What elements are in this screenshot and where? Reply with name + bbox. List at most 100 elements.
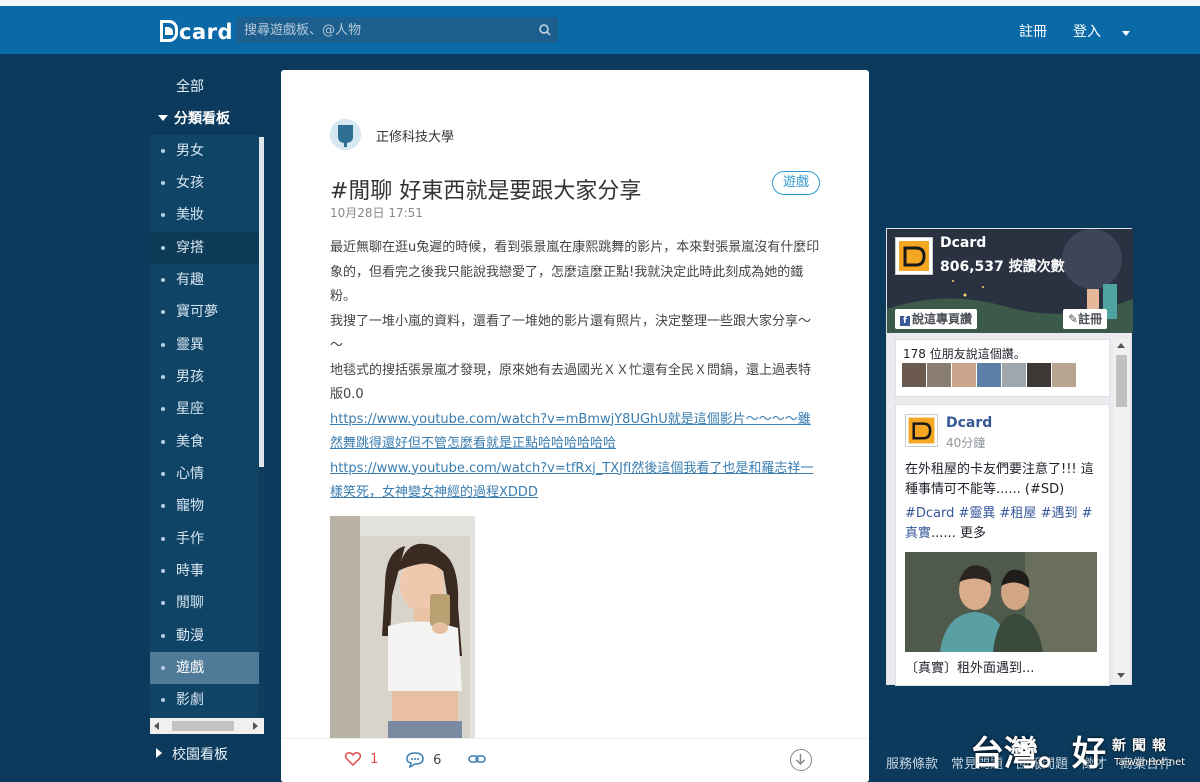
friend-avatar[interactable] [1002, 363, 1026, 387]
sidebar-item[interactable]: 女孩 [150, 167, 260, 199]
scrollbar-thumb[interactable] [172, 721, 234, 731]
friend-avatar[interactable] [1027, 363, 1051, 387]
sidebar-item[interactable]: 閒聊 [150, 587, 260, 619]
sidebar-item[interactable]: 寵物 [150, 490, 260, 522]
watermark-subtitle: 新聞報 [1112, 738, 1172, 754]
post-body: 最近無聊在逛u兔遲的時候，看到張景嵐在康熙跳舞的影片，本來對張景嵐沒有什麼印象的… [330, 236, 822, 506]
facebook-cover[interactable]: Dcard 806,537 按讚次數 f 說這專頁讚 ✎註冊 [887, 229, 1133, 333]
scroll-left-icon[interactable] [154, 722, 159, 730]
account-dropdown-icon[interactable] [1122, 31, 1130, 36]
post-paragraph: 地毯式的搜括張景嵐才發現，原來她有去過國光ＸＸ忙還有全民Ｘ問鍋，還上過表特版0.… [330, 362, 812, 403]
sidebar-item[interactable]: 影劇 [150, 684, 260, 716]
share-link-icon [468, 755, 486, 763]
pencil-icon: ✎ [1068, 312, 1079, 326]
scroll-down-icon[interactable] [1117, 673, 1125, 678]
fb-hashtag-tail[interactable]: 真實 [905, 526, 931, 541]
sidebar-item[interactable]: 靈異 [150, 329, 260, 361]
campus-boards-header[interactable]: 校園看板 [156, 744, 228, 764]
comment-icon [406, 752, 424, 769]
like-button[interactable]: 1 [344, 751, 378, 767]
post-paragraph: 我搜了一堆小嵐的資料，還看了一堆她的影片還有照片，決定整理一些跟大家分享～～ [330, 313, 812, 354]
search-icon[interactable] [536, 21, 554, 39]
sidebar-item[interactable]: 男女 [150, 135, 260, 167]
comment-button[interactable]: 6 [405, 751, 442, 769]
heart-icon [344, 752, 362, 767]
fb-signup-button[interactable]: ✎註冊 [1063, 309, 1108, 329]
friend-avatar[interactable] [977, 363, 1001, 387]
sidebar-item[interactable]: 寶可夢 [150, 296, 260, 328]
school-name[interactable]: 正修科技大學 [376, 126, 454, 145]
board-list: 男女 女孩 美妝 穿搭 有趣 寶可夢 靈異 男孩 星座 美食 心情 寵物 手作 … [150, 135, 264, 718]
scroll-up-icon[interactable] [1117, 343, 1125, 348]
fb-like-page-label: 說這專頁讚 [912, 312, 973, 326]
post-title: #閒聊 好東西就是要跟大家分享 [330, 179, 642, 204]
friend-avatar[interactable] [927, 363, 951, 387]
dcard-logo-icon [896, 238, 932, 274]
fb-post-author[interactable]: Dcard [946, 415, 992, 431]
sidebar-item[interactable]: 美食 [150, 426, 260, 458]
fb-page-name[interactable]: Dcard [940, 235, 986, 251]
category-boards-label: 分類看板 [174, 111, 230, 127]
fb-hashtags[interactable]: #Dcard #靈異 #租屋 #遇到 # [905, 506, 1093, 521]
sidebar-vertical-scrollbar[interactable] [259, 135, 264, 718]
sidebar-item[interactable]: 有趣 [150, 264, 260, 296]
category-boards-header[interactable]: 分類看板 [158, 108, 230, 128]
dcard-logo-icon [160, 20, 178, 42]
sidebar-item[interactable]: 男孩 [150, 361, 260, 393]
scrollbar-thumb[interactable] [1116, 355, 1127, 407]
school-avatar[interactable] [330, 119, 361, 150]
share-button[interactable] [467, 751, 487, 767]
post-photo[interactable] [330, 516, 475, 741]
top-navbar: card 註冊 登入 [0, 6, 1200, 54]
facebook-page-widget: Dcard 806,537 按讚次數 f 說這專頁讚 ✎註冊 178 位朋友說這個… [886, 228, 1133, 686]
scroll-down-button[interactable] [790, 749, 812, 771]
fb-like-page-button[interactable]: f 說這專頁讚 [895, 309, 978, 329]
comment-count: 6 [433, 753, 442, 768]
friend-avatar[interactable] [902, 363, 926, 387]
post-card: 正修科技大學 #閒聊 好東西就是要跟大家分享 遊戲 10月28日 17:51 最… [281, 70, 869, 782]
post-image [905, 552, 1097, 652]
login-link[interactable]: 登入 [1073, 21, 1101, 41]
fb-post-image[interactable] [905, 552, 1097, 652]
expand-right-icon [156, 748, 162, 758]
watermark-url: TaiwanHot.net [1114, 757, 1186, 768]
search-box [236, 17, 558, 43]
register-link[interactable]: 註冊 [1019, 21, 1047, 41]
youtube-link[interactable]: https://www.youtube.com/watch?v=tfRxj_TX… [330, 461, 813, 501]
like-count: 1 [370, 752, 379, 767]
sidebar-item[interactable]: 手作 [150, 523, 260, 555]
friend-avatar[interactable] [1052, 363, 1076, 387]
search-input[interactable] [236, 17, 526, 43]
sidebar-item-selected[interactable]: 遊戲 [150, 652, 260, 684]
board-tag[interactable]: 遊戲 [772, 171, 820, 195]
post-date: 10月28日 17:51 [330, 206, 423, 220]
sidebar-item[interactable]: 時事 [150, 555, 260, 587]
fb-friend-faces [902, 363, 1077, 391]
sidebar-horizontal-scrollbar[interactable] [150, 718, 264, 734]
fb-see-more[interactable]: ...... 更多 [931, 526, 986, 541]
friend-avatar[interactable] [952, 363, 976, 387]
dcard-page-logo[interactable] [895, 237, 933, 275]
sidebar-item[interactable]: 穿搭 [150, 232, 260, 264]
campus-boards-label: 校園看板 [172, 747, 228, 763]
avatar-icon [330, 119, 361, 150]
sidebar-item[interactable]: 心情 [150, 458, 260, 490]
logo-text: card [179, 20, 234, 44]
scroll-right-icon[interactable] [253, 722, 258, 730]
sidebar-item[interactable]: 星座 [150, 393, 260, 425]
post-paragraph: 最近無聊在逛u兔遲的時候，看到張景嵐在康熙跳舞的影片，本來對張景嵐沒有什麼印象的… [330, 240, 820, 304]
fb-post-caption[interactable]: 〔真實〕租外面遇到... [905, 659, 1105, 679]
fb-like-count: 806,537 按讚次數 [940, 259, 1065, 275]
youtube-link[interactable]: https://www.youtube.com/watch?v=mBmwjY8U… [330, 412, 811, 452]
sidebar-item[interactable]: 美妝 [150, 199, 260, 231]
fb-scrollbar[interactable] [1113, 339, 1130, 684]
sidebar-item[interactable]: 動漫 [150, 620, 260, 652]
dcard-post-logo[interactable] [905, 414, 938, 447]
scrollbar-thumb[interactable] [259, 137, 264, 467]
dcard-logo-icon [906, 415, 937, 446]
sidebar-item-all[interactable]: 全部 [176, 76, 204, 96]
fb-post-time[interactable]: 40分鐘 [946, 434, 985, 451]
fb-post-text: 在外租屋的卡友們要注意了!!! 這種事情可不能等...... (#SD) [905, 462, 1094, 497]
expand-down-icon [158, 115, 168, 121]
dcard-logo[interactable]: card [160, 20, 233, 44]
